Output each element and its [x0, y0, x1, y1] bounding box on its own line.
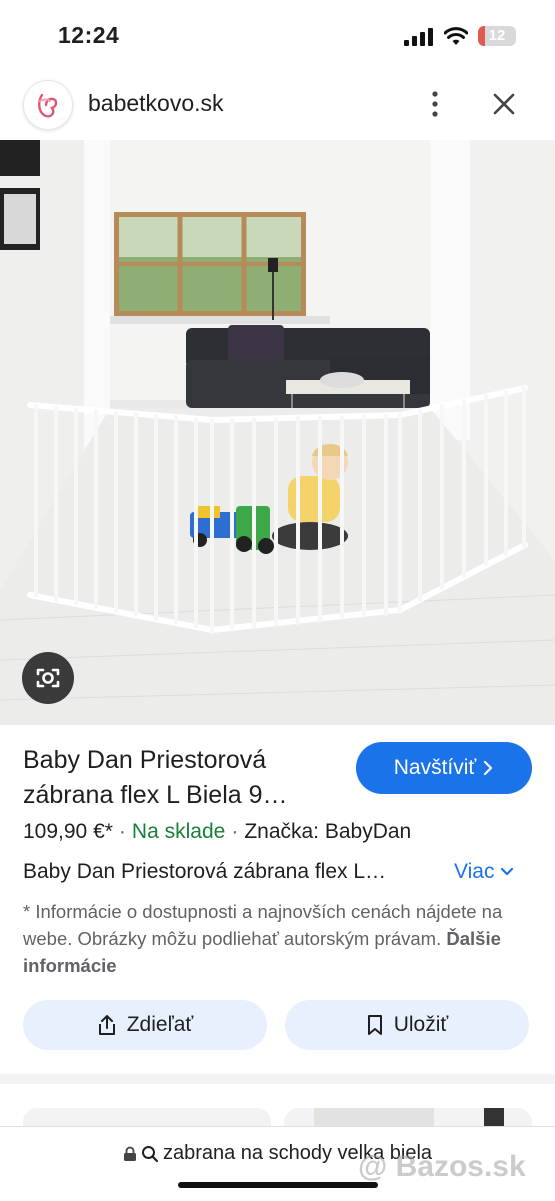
- lens-icon: [36, 668, 60, 688]
- more-link-label: Viac: [454, 860, 495, 883]
- more-vert-icon[interactable]: [420, 88, 450, 120]
- status-time: 12:24: [58, 22, 120, 48]
- lens-button[interactable]: [22, 652, 74, 704]
- share-icon: [98, 1015, 115, 1035]
- signal-icon: [404, 28, 433, 46]
- bookmark-icon: [367, 1015, 382, 1035]
- visit-button[interactable]: Navštíviť: [356, 742, 532, 794]
- brand: Značka: BabyDan: [244, 820, 412, 843]
- site-name[interactable]: babetkovo.sk: [88, 90, 224, 117]
- visit-button-label: Navštíviť: [393, 756, 477, 779]
- wifi-icon: [444, 27, 468, 45]
- watermark: @ Bazos.sk: [358, 1150, 526, 1183]
- battery-level-text: 12: [488, 27, 506, 44]
- lock-icon: [123, 1146, 136, 1161]
- chevron-down-icon: [501, 867, 514, 876]
- chevron-right-icon: [484, 760, 493, 776]
- search-icon: [141, 1145, 159, 1162]
- save-button-label: Uložiť: [393, 1013, 449, 1036]
- product-title[interactable]: Baby Dan Priestorová zábrana flex L Biel…: [23, 743, 343, 813]
- more-link[interactable]: Viac: [454, 860, 514, 884]
- share-button-label: Zdieľať: [126, 1013, 194, 1036]
- price-row: 109,90 €* · Na sklade · Značka: BabyDan: [23, 820, 412, 843]
- save-button[interactable]: Uložiť: [285, 1000, 529, 1050]
- home-indicator[interactable]: [178, 1182, 378, 1188]
- section-divider: [0, 1074, 555, 1084]
- disclaimer: * Informácie o dostupnosti a najnovších …: [23, 898, 533, 979]
- product-image[interactable]: [0, 140, 555, 725]
- product-description: Baby Dan Priestorová zábrana flex L…: [23, 860, 387, 883]
- share-button[interactable]: Zdieľať: [23, 1000, 267, 1050]
- site-logo-icon[interactable]: [23, 80, 73, 130]
- price: 109,90 €*: [23, 820, 113, 843]
- battery-icon: 12: [478, 26, 516, 46]
- close-icon[interactable]: [488, 88, 520, 120]
- disclaimer-text: * Informácie o dostupnosti a najnovších …: [23, 901, 503, 949]
- availability: Na sklade: [131, 820, 226, 843]
